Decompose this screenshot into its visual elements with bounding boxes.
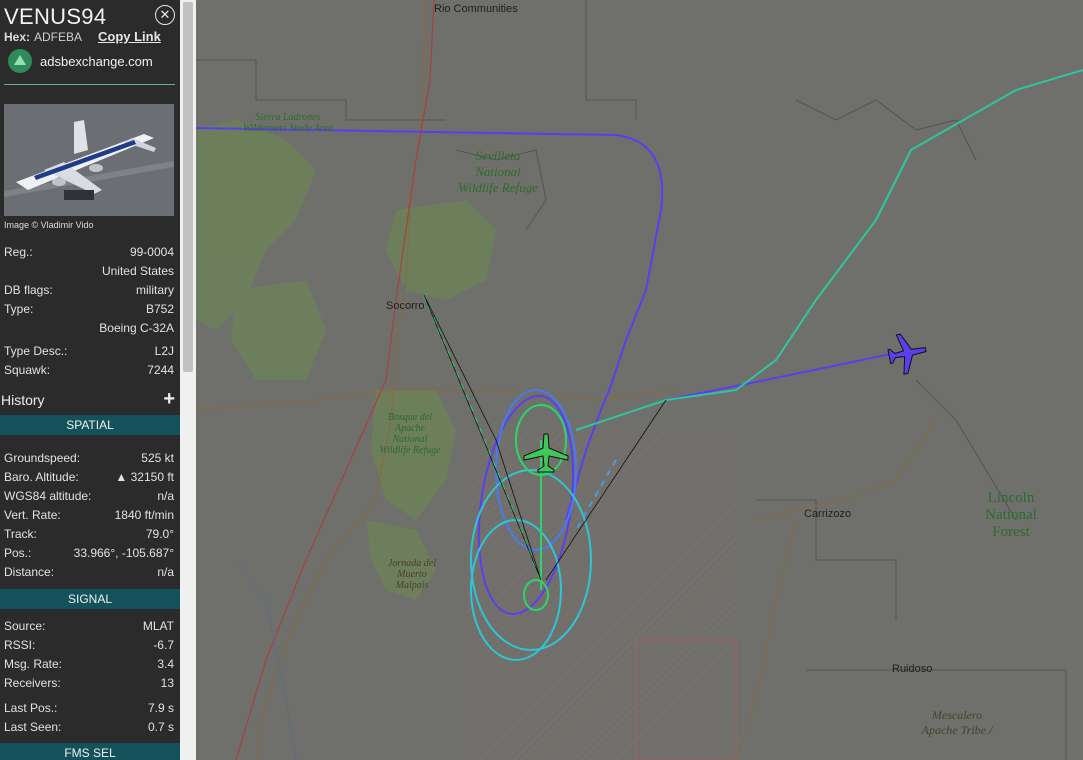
reg-label: Reg.: bbox=[4, 245, 33, 259]
receivers-value: 13 bbox=[160, 676, 174, 690]
label-sevilleta: Sevilleta National Wildlife Refuge bbox=[458, 148, 538, 195]
callsign: VENUS94 bbox=[4, 4, 107, 29]
baro-value: ▲ 32150 ft bbox=[115, 470, 174, 484]
signal-header[interactable]: SIGNAL bbox=[0, 589, 180, 609]
distance-value: n/a bbox=[157, 565, 174, 579]
rssi-value: -6.7 bbox=[153, 638, 174, 652]
source-value: MLAT bbox=[142, 619, 174, 633]
lastseen-value: 0.7 s bbox=[147, 720, 174, 734]
receivers-label: Receivers: bbox=[4, 676, 61, 690]
type-label: Type: bbox=[4, 302, 34, 316]
restricted-area bbox=[466, 430, 736, 760]
aircraft-photo-illustration bbox=[4, 104, 174, 216]
divider bbox=[4, 84, 175, 85]
dbflags-label: DB flags: bbox=[4, 283, 53, 297]
hex-label: Hex: bbox=[4, 30, 31, 44]
type-value: B752 bbox=[145, 302, 174, 316]
history-toggle[interactable]: History + bbox=[0, 388, 180, 412]
site-link[interactable]: adsbexchange.com bbox=[40, 54, 153, 69]
model-value: Boeing C-32A bbox=[99, 321, 174, 335]
typedesc-value: L2J bbox=[154, 344, 174, 358]
aircraft-info-panel: VENUS94 ✕ Hex: ADFEBA Copy Link adsbexcha… bbox=[0, 0, 180, 760]
label-mescalero: Mescalero Apache Tribe / bbox=[921, 708, 993, 737]
town-rio-communities: Rio Communities bbox=[434, 3, 518, 15]
lastpos-label: Last Pos.: bbox=[4, 701, 58, 715]
msgrate-value: 3.4 bbox=[157, 657, 174, 671]
fms-header[interactable]: FMS SEL bbox=[0, 743, 180, 760]
groundspeed-label: Groundspeed: bbox=[4, 451, 81, 465]
source-label: Source: bbox=[4, 619, 46, 633]
plus-icon[interactable]: + bbox=[163, 388, 175, 411]
photo-credit: Image © Vladimir Vido bbox=[4, 220, 94, 230]
aircraft-marker-icon[interactable] bbox=[886, 330, 930, 376]
aircraft-photo[interactable] bbox=[4, 104, 174, 216]
adsbexchange-logo-icon bbox=[8, 49, 32, 73]
track-label: Track: bbox=[4, 527, 37, 541]
track-value: 79.0° bbox=[145, 527, 174, 541]
spatial-header[interactable]: SPATIAL bbox=[0, 415, 180, 435]
label-bosque-del-apache: Bosque del Apache National Wildlife Refu… bbox=[379, 412, 441, 456]
squawk-value: 7244 bbox=[147, 363, 174, 377]
vrate-label: Vert. Rate: bbox=[4, 508, 61, 522]
wgs-label: WGS84 altitude: bbox=[4, 489, 92, 503]
distance-label: Distance: bbox=[4, 565, 55, 579]
sidebar-scrollbar[interactable] bbox=[180, 0, 196, 760]
squawk-label: Squawk: bbox=[4, 363, 51, 377]
hex-row: Hex: ADFEBA bbox=[4, 30, 82, 44]
lastpos-value: 7.9 s bbox=[147, 701, 174, 715]
pos-value: 33.966°, -105.687° bbox=[73, 546, 174, 560]
label-lincoln-forest: Lincoln National Forest bbox=[985, 490, 1037, 540]
scroll-thumb[interactable] bbox=[183, 2, 193, 372]
reg-value: 99-0004 bbox=[129, 245, 174, 259]
country-value: United States bbox=[101, 264, 174, 278]
lastseen-label: Last Seen: bbox=[4, 720, 62, 734]
baro-label: Baro. Altitude: bbox=[4, 470, 79, 484]
label-sierra-ladrones: Sierra Ladrones Wilderness Study Area bbox=[243, 112, 333, 134]
town-socorro: Socorro bbox=[386, 300, 425, 312]
copy-link[interactable]: Copy Link bbox=[98, 29, 161, 44]
typedesc-label: Type Desc.: bbox=[4, 344, 68, 358]
groundspeed-value: 525 kt bbox=[141, 451, 174, 465]
close-icon[interactable]: ✕ bbox=[155, 5, 175, 25]
town-ruidoso: Ruidoso bbox=[892, 663, 933, 675]
wgs-value: n/a bbox=[157, 489, 174, 503]
rssi-label: RSSI: bbox=[4, 638, 36, 652]
map-view[interactable]: Rio Communities Sierra Ladrones Wilderne… bbox=[196, 0, 1083, 760]
history-label: History bbox=[1, 392, 45, 408]
pos-label: Pos.: bbox=[4, 546, 32, 560]
label-jornada: Jornada del Muerto Malpais bbox=[387, 558, 437, 591]
town-carrizozo: Carrizozo bbox=[804, 508, 852, 520]
hex-value: ADFEBA bbox=[34, 30, 83, 44]
dbflags-value: military bbox=[136, 283, 174, 297]
msgrate-label: Msg. Rate: bbox=[4, 657, 63, 671]
vrate-value: 1840 ft/min bbox=[114, 508, 174, 522]
